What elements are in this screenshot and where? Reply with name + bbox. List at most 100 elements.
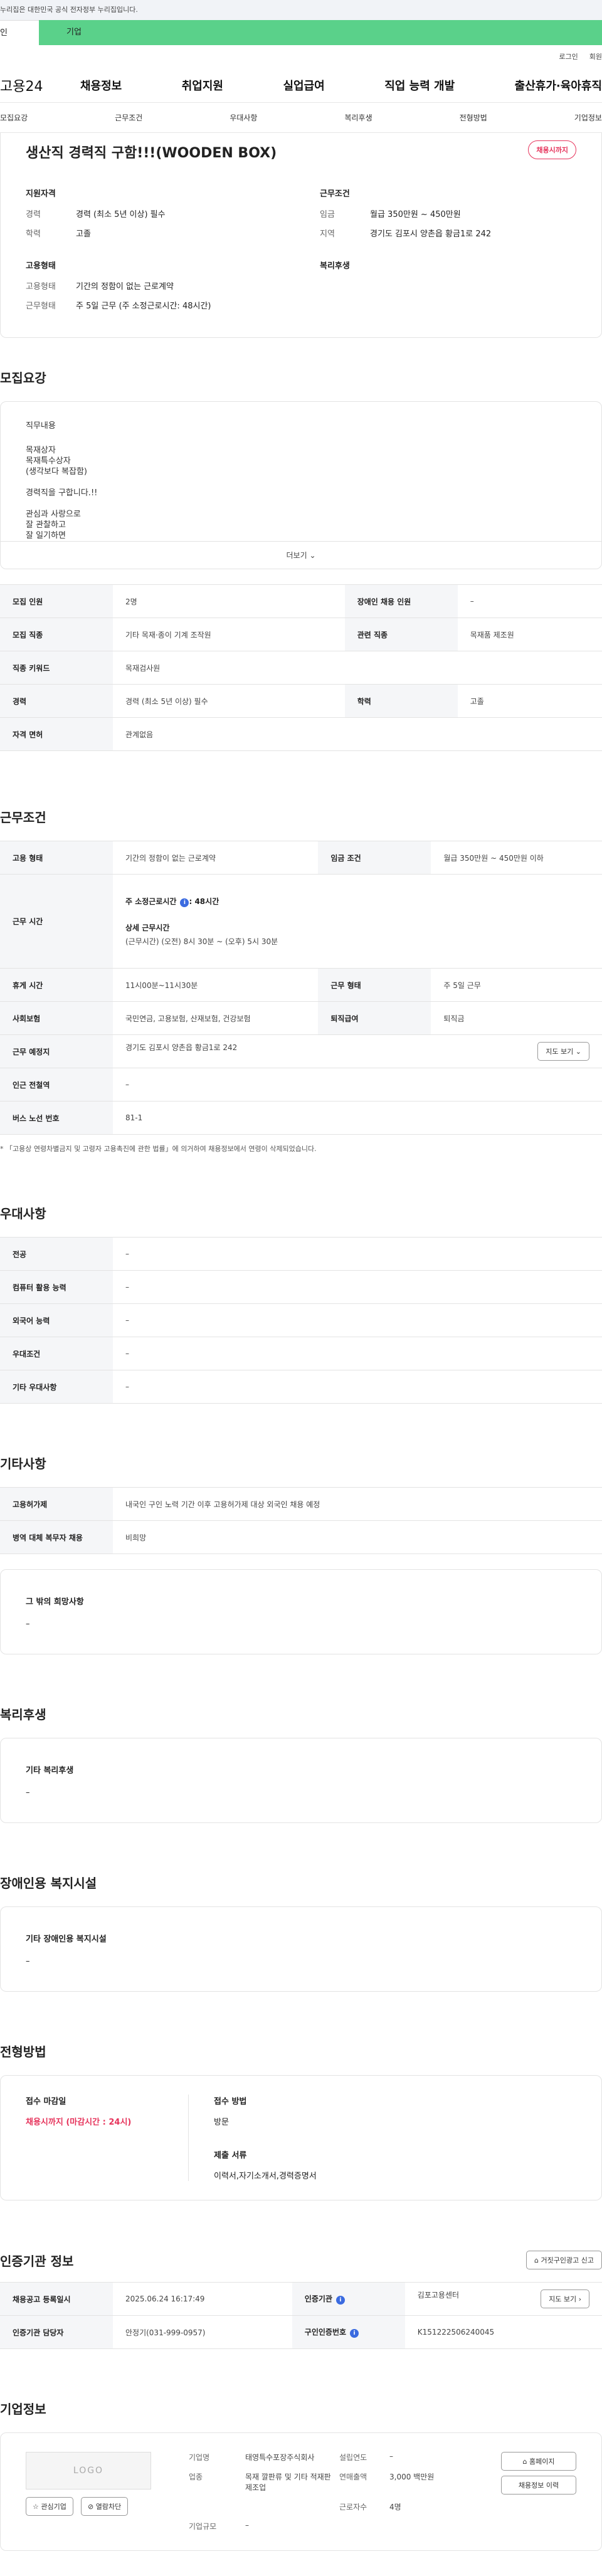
report-button[interactable]: ⌂ 거짓구인광고 신고 — [526, 2251, 602, 2269]
cell-value: 국민연금, 고용보험, 산재보험, 건강보험 — [113, 1001, 319, 1035]
info-icon[interactable]: i — [350, 2329, 359, 2338]
table-row: 근무 시간 주 소정근로시간 i: 48시간 상세 근무시간 (근무시간) (오전… — [0, 874, 602, 969]
cell-value: 주 5일 근무 — [431, 968, 602, 1002]
company-logo: LOGO — [26, 2452, 151, 2489]
table-row: 자격 면허 관계없음 — [0, 717, 602, 751]
region-value: 경기도 김포시 양촌읍 황금1로 242 — [370, 229, 492, 239]
agency-table: 채용공고 등록일시 2025.06.24 16:17:49 인증기관 i 김포고용… — [0, 2282, 602, 2349]
tab-personal[interactable]: 인 — [0, 20, 39, 45]
table-row: 채용공고 등록일시 2025.06.24 16:17:49 인증기관 i 김포고용… — [0, 2282, 602, 2316]
tab-company[interactable]: 기업 — [39, 20, 602, 45]
agency-section-title: 인증기관 정보 — [0, 2253, 74, 2269]
org-map-button[interactable]: 지도 보기 › — [541, 2289, 589, 2308]
global-nav: 고용24 채용정보 취업지원 실업급여 직업 능력 개발 출산휴가·육아휴직 — [0, 68, 602, 103]
cell-key: 기타 우대사항 — [0, 1370, 113, 1404]
signup-link[interactable]: 회원 — [589, 51, 602, 61]
deadline-value: 채용시까지 (마감시간 : 24시) — [26, 2118, 132, 2127]
desc-line: 잘 일기하면 — [26, 531, 66, 540]
snb-item-work[interactable]: 근무조건 — [115, 112, 142, 123]
desc-line: 목재상자 — [26, 446, 56, 455]
snb-item-company[interactable]: 기업정보 — [574, 112, 602, 123]
cell-value: 기간의 정함이 없는 근로계약 — [113, 841, 319, 875]
cell-value: K151222506240045 — [404, 2315, 602, 2349]
cell-key: 모집 직종 — [0, 618, 113, 651]
chevron-down-icon: ⌄ — [575, 1048, 581, 1056]
cell-key: 근무 예정지 — [0, 1034, 113, 1068]
gnb-item-employment-support[interactable]: 취업지원 — [182, 77, 223, 93]
recruit-section-title: 모집요강 — [0, 371, 46, 386]
wage-value: 월급 350만원 ~ 450만원 — [370, 210, 461, 219]
cell-value: 월급 350만원 ~ 450만원 이하 — [431, 841, 602, 875]
sales-value: 3,000 백만원 — [389, 2473, 435, 2481]
cell-value: 기타 목재·종이 기계 조작원 — [113, 618, 345, 651]
pref-section-title: 우대사항 — [0, 1206, 46, 1221]
map-button[interactable]: 지도 보기 ⌄ — [537, 1042, 589, 1061]
site-logo[interactable]: 고용24 — [0, 75, 80, 95]
cell-key: 장애인 채용 인원 — [344, 584, 458, 618]
block-button[interactable]: ⊘ 열람차단 — [81, 2497, 129, 2516]
table-row: 모집 직종 기타 목재·종이 기계 조작원 관련 직종 목재품 제조원 — [0, 618, 602, 651]
map-button-label: 지도 보기 — [546, 1048, 574, 1056]
table-row: 전공 – — [0, 1237, 602, 1271]
deadline-title: 접수 마감일 — [26, 2097, 66, 2106]
info-icon[interactable]: i — [180, 898, 189, 907]
company-name-label: 기업명 — [189, 2453, 210, 2462]
welfare-etc-value: – — [26, 1788, 30, 1797]
home-icon: ⌂ — [522, 2458, 527, 2466]
cell-value: 고졸 — [457, 684, 602, 718]
history-button[interactable]: 채용정보 이력 — [501, 2476, 576, 2495]
fav-company-button[interactable]: ☆ 관심기업 — [26, 2497, 73, 2516]
cell-value: 목재품 제조원 — [457, 618, 602, 651]
cell-key: 자격 면허 — [0, 717, 113, 751]
employ-type-value: 기간의 정함이 없는 근로계약 — [76, 282, 174, 292]
snb-item-pref[interactable]: 우대사항 — [230, 112, 257, 123]
work-table: 고용 형태 기간의 정함이 없는 근로계약 임금 조건 월급 350만원 ~ 4… — [0, 841, 602, 1135]
cell-value: 11시00분~11시30분 — [113, 968, 319, 1002]
cell-key: 학력 — [344, 684, 458, 718]
wage-label: 임금 — [320, 210, 335, 219]
table-row: 우대조건 – — [0, 1337, 602, 1370]
sales-label: 연매출액 — [339, 2473, 367, 2481]
cell-value: – — [457, 584, 602, 618]
more-button[interactable]: 더보기 ⌄ — [1, 541, 601, 569]
cell-key: 채용공고 등록일시 — [0, 2282, 113, 2316]
recruit-table: 모집 인원 2명 장애인 채용 인원 – 모집 직종 기타 목재·종이 기계 조… — [0, 584, 602, 751]
table-row: 외국어 능력 – — [0, 1303, 602, 1337]
cell-key: 인증기관 담당자 — [0, 2315, 113, 2349]
wish-value: – — [26, 1619, 30, 1629]
gnb-item-jobs[interactable]: 채용정보 — [80, 77, 122, 93]
method-value: 방문 — [214, 2118, 229, 2127]
more-label: 더보기 — [286, 551, 307, 560]
table-row: 기타 우대사항 – — [0, 1370, 602, 1404]
cell-value: – — [113, 1068, 602, 1101]
snb-item-selection[interactable]: 전형방법 — [460, 112, 487, 123]
cell-key: 근무 형태 — [318, 968, 431, 1002]
cell-value: 퇴직금 — [431, 1001, 602, 1035]
cell-key: 우대조건 — [0, 1337, 113, 1370]
snb-item-recruit[interactable]: 모집요강 — [0, 112, 28, 123]
cell-key: 고용 형태 — [0, 841, 113, 875]
org-value: 김포고용센터 — [417, 2291, 460, 2300]
wish-title: 그 밖의 희망사항 — [26, 1597, 84, 1607]
gnb-item-leave[interactable]: 출산휴가·육아휴직 — [515, 77, 602, 93]
selection-section-title: 전형방법 — [0, 2044, 46, 2059]
org-key-label: 인증기관 — [304, 2295, 332, 2303]
hours-week-value: 48시간 — [194, 896, 219, 906]
gnb-item-unemployment[interactable]: 실업급여 — [283, 77, 325, 93]
cell-value: 2명 — [113, 584, 345, 618]
cell-value: 경기도 김포시 양촌읍 황금1로 242 지도 보기 ⌄ — [113, 1034, 602, 1068]
docs-value: 이력서,자기소개서,경력증명서 — [214, 2172, 317, 2181]
company-name-value: 태영특수포장주식회사 — [245, 2453, 315, 2462]
age-note: * 「고용상 연령차별금지 및 고령자 고용촉진에 관한 법률」에 의거하여 채… — [0, 1145, 317, 1153]
disability-etc-value: – — [26, 1957, 30, 1966]
education-value: 고졸 — [76, 229, 91, 239]
login-link[interactable]: 로그인 — [559, 51, 578, 61]
job-summary-card: 생산직 경력직 구함!!!(WOODEN BOX) 채용시까지 지원자격 경력 경… — [0, 133, 602, 338]
snb-item-welfare[interactable]: 복리후생 — [344, 112, 372, 123]
size-label: 기업규모 — [189, 2522, 217, 2531]
homepage-button[interactable]: ⌂ 홈페이지 — [501, 2452, 576, 2471]
conditions-title: 근무조건 — [320, 189, 350, 199]
info-icon[interactable]: i — [335, 2296, 345, 2305]
table-row: 고용허가제 내국인 구인 노력 기간 이후 고용허가제 대상 외국인 채용 예정 — [0, 1487, 602, 1521]
gnb-item-training[interactable]: 직업 능력 개발 — [384, 77, 455, 93]
